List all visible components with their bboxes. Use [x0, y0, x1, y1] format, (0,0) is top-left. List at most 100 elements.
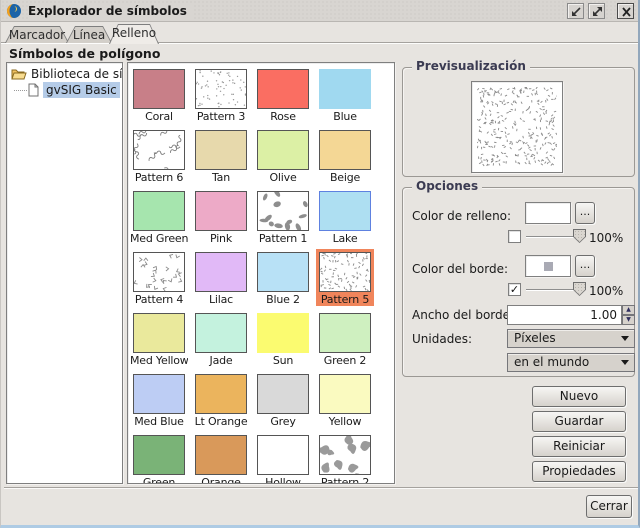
restore-down-icon[interactable] — [567, 3, 584, 19]
units-dropdown-value: Píxeles — [514, 331, 556, 345]
border-color-more-button[interactable]: ... — [575, 255, 595, 277]
document-icon — [28, 83, 39, 97]
fill-color-swatch[interactable] — [525, 202, 571, 224]
border-color-swatch[interactable] — [525, 255, 571, 277]
tab-relleno[interactable]: Relleno — [109, 24, 159, 44]
tab-relleno-label: Relleno — [109, 26, 159, 40]
color-swatch — [133, 435, 185, 475]
swatch-cell-lt-orange[interactable]: Lt Orange — [192, 371, 250, 428]
close-icon[interactable] — [617, 3, 634, 19]
guardar-button[interactable]: Guardar — [532, 411, 626, 432]
slider-thumb[interactable] — [573, 229, 586, 243]
swatch-cell-beige[interactable]: Beige — [316, 127, 374, 184]
tree-item-gvsig-basic[interactable]: gvSIG Basic — [28, 83, 120, 97]
swatch-cell-med-yellow[interactable]: Med Yellow — [130, 310, 188, 367]
slider-thumb[interactable] — [573, 282, 586, 296]
spinner-up-icon[interactable]: ▲ — [622, 305, 635, 315]
fill-color-more-button[interactable]: ... — [575, 202, 595, 224]
swatch-cell-tan[interactable]: Tan — [192, 127, 250, 184]
swatch-cell-green[interactable]: Green — [130, 432, 188, 484]
fill-opacity-value: 100% — [589, 231, 623, 245]
swatch-cell-pattern-6[interactable]: Pattern 6 — [130, 127, 188, 184]
swatch-label: Lilac — [192, 293, 250, 306]
swatch-cell-green-2[interactable]: Green 2 — [316, 310, 374, 367]
color-swatch — [133, 191, 185, 231]
options-group-title: Opciones — [412, 179, 482, 193]
dots-pattern-swatch — [195, 69, 247, 109]
swatch-cell-pattern-2[interactable]: Pattern 2 — [316, 432, 374, 484]
swatch-cell-pattern-1[interactable]: Pattern 1 — [254, 188, 312, 245]
swatch-label: Blue — [316, 110, 374, 123]
border-width-input[interactable]: 1.00 — [507, 305, 622, 325]
fill-opacity-checkbox[interactable] — [508, 230, 521, 243]
swatch-cell-lilac[interactable]: Lilac — [192, 249, 250, 306]
vine-pattern-swatch — [133, 130, 185, 170]
tab-linea-label: Línea — [66, 28, 112, 42]
swatch-cell-olive[interactable]: Olive — [254, 127, 312, 184]
border-width-spinner: 1.00 ▲ ▼ — [507, 305, 635, 325]
swatch-cell-blue-2[interactable]: Blue 2 — [254, 249, 312, 306]
border-opacity-checkbox[interactable]: ✓ — [508, 283, 521, 296]
swatch-label: Tan — [192, 171, 250, 184]
chevron-down-icon — [621, 360, 629, 365]
swatch-label: Pink — [192, 232, 250, 245]
fill-opacity-slider[interactable] — [526, 229, 586, 244]
swatch-cell-pattern-4[interactable]: Pattern 4 — [130, 249, 188, 306]
border-opacity-slider[interactable] — [526, 282, 586, 297]
preview-group-title: Previsualización — [412, 59, 530, 73]
color-swatch — [195, 130, 247, 170]
color-swatch — [195, 252, 247, 292]
tab-linea[interactable]: Línea — [66, 26, 112, 43]
cerrar-button[interactable]: Cerrar — [586, 495, 632, 518]
border-width-label: Ancho del borde — [412, 308, 510, 322]
color-swatch — [133, 69, 185, 109]
swatch-cell-grey[interactable]: Grey — [254, 371, 312, 428]
color-swatch — [319, 130, 371, 170]
swatch-label: Pattern 4 — [130, 293, 188, 306]
color-swatch — [195, 313, 247, 353]
swatch-cell-sun[interactable]: Sun — [254, 310, 312, 367]
swatch-cell-hollow[interactable]: Hollow — [254, 432, 312, 484]
swatch-cell-coral[interactable]: Coral — [130, 66, 188, 123]
options-group: Opciones Color de relleno: ... 100% Colo… — [402, 187, 635, 377]
swatch-cell-pattern-3[interactable]: Pattern 3 — [192, 66, 250, 123]
swatch-cell-lake[interactable]: Lake — [316, 188, 374, 245]
swatch-cell-orange[interactable]: Orange — [192, 432, 250, 484]
checks-pattern-swatch — [133, 252, 185, 292]
tree-connector — [14, 90, 27, 91]
swatch-cell-med-green[interactable]: Med Green — [130, 188, 188, 245]
swatch-label: Pattern 3 — [192, 110, 250, 123]
titlebar[interactable]: Explorador de símbolos — [1, 0, 638, 22]
swatch-cell-jade[interactable]: Jade — [192, 310, 250, 367]
swatch-label: Coral — [130, 110, 188, 123]
tree-item-biblioteca[interactable]: Biblioteca de sím — [11, 67, 123, 81]
swatch-cell-med-blue[interactable]: Med Blue — [130, 371, 188, 428]
spinner-down-icon[interactable]: ▼ — [622, 315, 635, 325]
color-swatch — [195, 374, 247, 414]
swatch-label: Green 2 — [316, 354, 374, 367]
preview-group: Previsualización — [402, 67, 635, 177]
border-color-chip — [544, 262, 553, 271]
swatch-cell-pink[interactable]: Pink — [192, 188, 250, 245]
units-reference-dropdown[interactable]: en el mundo — [507, 353, 635, 372]
units-dropdown[interactable]: Píxeles — [507, 329, 635, 348]
nuevo-button[interactable]: Nuevo — [532, 386, 626, 407]
swatch-cell-rose[interactable]: Rose — [254, 66, 312, 123]
color-swatch — [319, 313, 371, 353]
reiniciar-button[interactable]: Reiniciar — [532, 436, 626, 457]
color-swatch — [257, 374, 309, 414]
swatch-cell-yellow[interactable]: Yellow — [316, 371, 374, 428]
propiedades-button[interactable]: Propiedades — [532, 461, 626, 482]
swatch-label: Sun — [254, 354, 312, 367]
swatch-cell-blue[interactable]: Blue — [316, 66, 374, 123]
swatch-label: Orange — [192, 476, 250, 484]
symbol-library-tree: Biblioteca de sím gvSIG Basic — [6, 62, 123, 484]
footer-separator-highlight — [4, 488, 638, 489]
swatch-cell-pattern-5[interactable]: Pattern 5 — [316, 249, 374, 306]
border-opacity-value: 100% — [589, 284, 623, 298]
color-swatch — [133, 313, 185, 353]
gvsig-logo — [6, 3, 22, 19]
tab-marcador[interactable]: Marcador — [5, 26, 69, 43]
swatch-label: Lt Orange — [192, 415, 250, 428]
maximize-icon[interactable] — [588, 3, 605, 19]
